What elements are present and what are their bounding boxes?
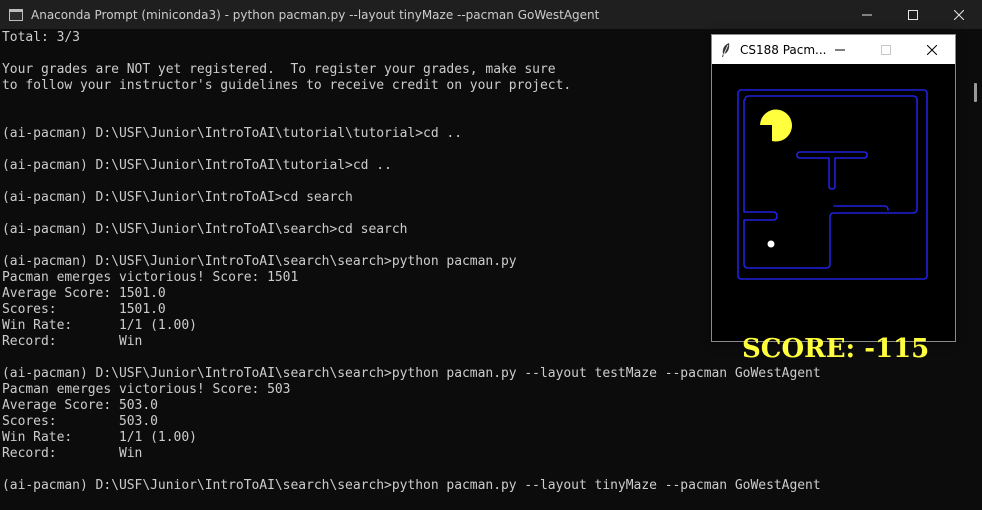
scrollbar-thumb[interactable] (974, 83, 977, 102)
maze-right-wall (833, 205, 889, 211)
terminal-line: Average Score: 1501.0 (2, 286, 166, 301)
terminal-line: Scores: 1501.0 (2, 302, 166, 317)
maximize-icon[interactable] (890, 0, 936, 29)
terminal-line: Pacman emerges victorious! Score: 503 (2, 382, 291, 397)
close-icon[interactable] (936, 0, 982, 29)
terminal-line: Pacman emerges victorious! Score: 1501 (2, 270, 299, 285)
pacman-character (760, 109, 792, 142)
terminal-line: Average Score: 503.0 (2, 398, 158, 413)
terminal-line: (ai-pacman) D:\USF\Junior\IntroToAI\sear… (2, 254, 517, 269)
pacman-window-title: CS188 Pacm... (740, 42, 827, 57)
terminal-line: (ai-pacman) D:\USF\Junior\IntroToAI\tuto… (2, 126, 463, 141)
window-title: Anaconda Prompt (miniconda3) - python pa… (31, 7, 600, 22)
maze-board (737, 89, 928, 280)
terminal-line: to follow your instructor's guidelines t… (2, 78, 572, 93)
pacman-close-icon[interactable] (909, 35, 955, 64)
pacman-window-controls (817, 35, 955, 64)
terminal-line: Total: 3/3 (2, 30, 80, 45)
terminal-line: (ai-pacman) D:\USF\Junior\IntroToAI>cd s… (2, 190, 353, 205)
window-controls (844, 0, 982, 29)
terminal-scrollbar[interactable] (968, 29, 982, 510)
terminal-icon (9, 8, 23, 21)
food-pellet (767, 240, 775, 248)
pacman-maximize-icon (863, 35, 909, 64)
terminal-line: Win Rate: 1/1 (1.00) (2, 430, 197, 445)
score-display: SCORE: -115 (742, 334, 930, 364)
terminal-line: Win Rate: 1/1 (1.00) (2, 318, 197, 333)
terminal-line: Scores: 503.0 (2, 414, 158, 429)
terminal-line: Your grades are NOT yet registered. To r… (2, 62, 556, 77)
terminal-line: (ai-pacman) D:\USF\Junior\IntroToAI\sear… (2, 366, 821, 381)
terminal-line: (ai-pacman) D:\USF\Junior\IntroToAI\tuto… (2, 158, 392, 173)
pacman-window[interactable]: CS188 Pacm... SCORE: -115 (711, 34, 956, 364)
minimize-icon[interactable] (844, 0, 890, 29)
pacman-minimize-icon[interactable] (817, 35, 863, 64)
terminal-line: (ai-pacman) D:\USF\Junior\IntroToAI\sear… (2, 478, 821, 493)
terminal-line: Record: Win (2, 334, 143, 349)
pacman-titlebar[interactable]: CS188 Pacm... (712, 35, 955, 64)
window-titlebar[interactable]: Anaconda Prompt (miniconda3) - python pa… (0, 0, 982, 29)
terminal-line: (ai-pacman) D:\USF\Junior\IntroToAI\sear… (2, 222, 408, 237)
feather-icon (722, 42, 730, 57)
pacman-game-canvas[interactable]: SCORE: -115 (712, 64, 955, 364)
terminal-line: Record: Win (2, 446, 143, 461)
maze-t-wall (796, 151, 868, 190)
